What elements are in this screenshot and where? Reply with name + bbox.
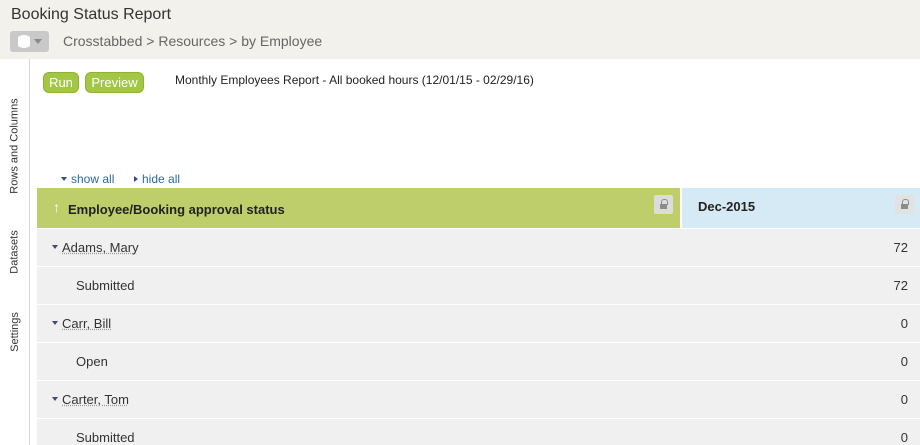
lock-column-header-button[interactable] [895, 195, 914, 214]
caret-right-icon [134, 176, 138, 182]
tab-datasets[interactable]: Datasets [0, 219, 30, 284]
breadcrumb: Crosstabbed > Resources > by Employee [63, 33, 323, 49]
cell-value: 0 [900, 392, 908, 407]
hide-all-label: hide all [142, 172, 181, 186]
collapse-icon[interactable] [52, 321, 58, 325]
tab-rows-and-columns[interactable]: Rows and Columns [0, 81, 30, 211]
preview-button[interactable]: Preview [85, 72, 144, 93]
tab-rows-and-columns-label: Rows and Columns [9, 98, 21, 194]
lock-row-header-button[interactable] [654, 195, 673, 214]
status-label: Submitted [76, 278, 135, 293]
crosstab-table: ↑ Employee/Booking approval status Dec-2… [37, 188, 920, 445]
employee-name[interactable]: Carter, Tom [62, 392, 129, 407]
collapse-icon[interactable] [52, 245, 58, 249]
report-title: Monthly Employees Report - All booked ho… [175, 73, 534, 87]
tab-datasets-label: Datasets [9, 229, 22, 274]
row-header-cell: ↑ Employee/Booking approval status [37, 188, 682, 228]
cell-value: 72 [893, 240, 908, 255]
status-row: Open 0 [37, 343, 920, 380]
status-row: Submitted 72 [37, 267, 920, 304]
caret-down-icon [61, 177, 67, 181]
chevron-down-icon [33, 39, 42, 44]
cell-value: 0 [900, 316, 908, 331]
show-all-label: show all [71, 172, 115, 186]
column-header-label: Dec-2015 [698, 199, 756, 214]
show-all-link[interactable]: show all [61, 172, 114, 186]
table-header: ↑ Employee/Booking approval status Dec-2… [37, 188, 920, 228]
page-header: Booking Status Report Crosstabbed > Reso… [0, 0, 920, 59]
hide-all-link[interactable]: hide all [134, 172, 180, 186]
tab-settings[interactable]: Settings [0, 299, 30, 364]
sort-up-arrow-icon[interactable]: ↑ [53, 199, 60, 215]
employee-row: Adams, Mary 72 [37, 229, 920, 266]
page-title: Booking Status Report [11, 6, 172, 23]
status-label: Open [76, 354, 108, 369]
column-header-cell: Dec-2015 [682, 188, 920, 228]
run-button[interactable]: Run [43, 72, 79, 93]
cell-value: 0 [900, 354, 908, 369]
employee-row: Carr, Bill 0 [37, 305, 920, 342]
dataset-menu-button[interactable] [10, 31, 49, 52]
database-icon [17, 35, 30, 48]
cell-value: 0 [900, 430, 908, 445]
side-rail: Rows and Columns Datasets Settings [0, 59, 30, 445]
tab-settings-label: Settings [9, 311, 21, 352]
employee-name[interactable]: Adams, Mary [62, 240, 139, 255]
lock-icon [901, 199, 909, 209]
collapse-icon[interactable] [52, 397, 58, 401]
status-label: Submitted [76, 430, 135, 445]
row-header-label: Employee/Booking approval status [68, 202, 285, 217]
status-row: Submitted 0 [37, 419, 920, 445]
lock-icon [660, 199, 668, 209]
employee-name[interactable]: Carr, Bill [62, 316, 111, 331]
employee-row: Carter, Tom 0 [37, 381, 920, 418]
cell-value: 72 [893, 278, 908, 293]
